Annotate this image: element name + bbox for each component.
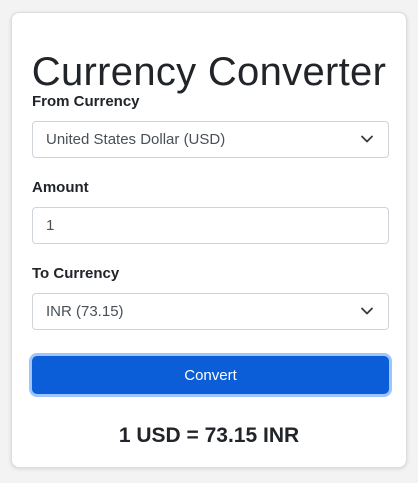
amount-input[interactable]: 1 — [32, 207, 389, 244]
amount-label: Amount — [32, 179, 89, 196]
chevron-down-icon — [361, 307, 373, 315]
convert-button[interactable]: Convert — [32, 356, 389, 394]
page-title: Currency Converter — [31, 50, 387, 94]
converter-card: Currency Converter From Currency United … — [11, 12, 407, 468]
from-currency-select[interactable]: United States Dollar (USD) — [32, 121, 389, 158]
to-currency-value: INR (73.15) — [46, 303, 124, 320]
from-currency-value: United States Dollar (USD) — [46, 131, 226, 148]
conversion-result: 1 USD = 73.15 INR — [118, 424, 300, 447]
to-currency-select[interactable]: INR (73.15) — [32, 293, 389, 330]
to-currency-label: To Currency — [32, 265, 120, 282]
amount-value: 1 — [46, 217, 55, 234]
from-currency-label: From Currency — [32, 93, 140, 110]
chevron-down-icon — [361, 135, 373, 143]
